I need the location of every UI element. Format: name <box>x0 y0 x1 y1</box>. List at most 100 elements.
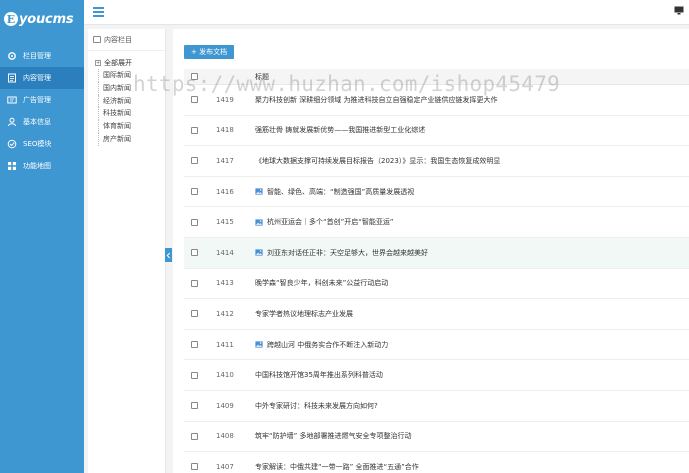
table-row[interactable]: 1410 中国科技馆开馆35周年推出系列科普活动 <box>184 360 689 391</box>
sidebar-item-label: 功能地图 <box>23 162 51 170</box>
row-title[interactable]: 专家学者热议地理标志产业发展 <box>245 309 689 319</box>
row-title[interactable]: 中国科技馆开馆35周年推出系列科普活动 <box>245 370 689 380</box>
topbar <box>84 0 689 25</box>
select-all-checkbox[interactable] <box>191 73 198 80</box>
tree-expand-all-label: 全部展开 <box>104 59 132 67</box>
tree-item[interactable]: 国内新闻 <box>88 81 165 95</box>
image-icon <box>255 249 263 256</box>
tree-title: 内容栏目 <box>88 29 165 51</box>
menu-toggle-icon[interactable] <box>93 7 104 17</box>
row-id: 1416 <box>216 187 234 196</box>
tree-item[interactable]: 体育新闻 <box>88 120 165 133</box>
row-checkbox[interactable] <box>191 157 198 165</box>
monitor-icon[interactable] <box>674 6 684 15</box>
sidebar-item-label: SEO模块 <box>23 140 52 148</box>
tree-item[interactable]: 国际新闻 <box>88 69 165 82</box>
row-title-text: 专家学者热议地理标志产业发展 <box>255 309 353 318</box>
gear-icon <box>7 51 17 61</box>
row-title[interactable]: 晚学森“智良少年，科创未来”公益行动启动 <box>245 278 689 288</box>
sidebar-item-ads[interactable]: 广告管理 <box>0 89 84 111</box>
row-title-text: 强筋壮骨 铸就发展新优势——我国推进新型工业化综述 <box>255 126 426 135</box>
article-table: 标题 1419 聚力科技创新 深耕细分领域 为推进科技自立自强稳定产业链供应链发挥… <box>184 69 689 473</box>
table-row[interactable]: 1409 中外专家研讨：科技未来发展方向如何? <box>184 391 689 422</box>
row-checkbox[interactable] <box>191 371 198 379</box>
table-row[interactable]: 1419 聚力科技创新 深耕细分领域 为推进科技自立自强稳定产业链供应链发挥更大作 <box>184 85 689 116</box>
collapse-panel-button[interactable] <box>165 248 172 262</box>
row-title[interactable]: 强筋壮骨 铸就发展新优势——我国推进新型工业化综述 <box>245 125 689 135</box>
row-title[interactable]: 跨越山河 中俄务实合作不断注入新动力 <box>245 340 689 350</box>
table-row[interactable]: 1417 《地球大数据支撑可持续发展目标报告（2023）》显示：我国生态恢复成效明… <box>184 146 689 177</box>
row-checkbox[interactable] <box>191 126 198 134</box>
sidebar-item-label: 栏目管理 <box>23 52 51 60</box>
sidebar-item-label: 基本信息 <box>23 118 51 126</box>
row-id: 1409 <box>216 401 234 410</box>
tree-item[interactable]: 科技新闻 <box>88 107 165 120</box>
row-title[interactable]: 中外专家研讨：科技未来发展方向如何? <box>245 401 689 411</box>
row-id: 1418 <box>216 126 234 135</box>
seo-icon <box>7 139 17 149</box>
row-id: 1412 <box>216 309 234 318</box>
row-title-text: 杭州亚运会｜多个“首创”开启“智能亚运” <box>267 218 394 227</box>
row-title-text: 筑牢“防护墙” 多地部署推进燃气安全专项整治行动 <box>255 432 412 441</box>
row-checkbox[interactable] <box>191 341 198 349</box>
image-icon <box>255 219 263 226</box>
table-row[interactable]: 1412 专家学者热议地理标志产业发展 <box>184 299 689 330</box>
sidebar-nav: 栏目管理 内容管理 广告管理 基本信息 SEO模块 功能地图 <box>0 45 84 177</box>
tree-expand-all[interactable]: + 全部展开 <box>88 57 165 69</box>
tree-list: + 全部展开 国际新闻 国内新闻 经济新闻 科技新闻 体育新闻 房产新闻 <box>88 51 165 146</box>
logo-text: youcms <box>19 11 74 27</box>
sidebar-item-category[interactable]: 栏目管理 <box>0 45 84 67</box>
table-header: 标题 <box>184 69 689 85</box>
sidebar-item-map[interactable]: 功能地图 <box>0 155 84 177</box>
row-checkbox[interactable] <box>191 432 198 440</box>
header-title: 标题 <box>255 72 269 81</box>
table-row[interactable]: 1414 刘亚东对话任正非：天空足够大，世界会越来越美好 <box>184 237 689 269</box>
table-row[interactable]: 1407 专家解读：中俄共建“一带一路” 全面推进“五通”合作 <box>184 452 689 473</box>
row-id: 1419 <box>216 95 234 104</box>
row-id: 1417 <box>216 156 234 165</box>
user-icon <box>7 117 17 127</box>
table-row[interactable]: 1411 跨越山河 中俄务实合作不断注入新动力 <box>184 330 689 361</box>
row-checkbox[interactable] <box>191 188 198 196</box>
map-icon <box>7 161 17 171</box>
sidebar-item-label: 广告管理 <box>23 96 51 104</box>
row-title[interactable]: 杭州亚运会｜多个“首创”开启“智能亚运” <box>245 217 689 227</box>
row-id: 1415 <box>216 218 234 227</box>
sidebar-item-basic-info[interactable]: 基本信息 <box>0 111 84 133</box>
table-row[interactable]: 1413 晚学森“智良少年，科创未来”公益行动启动 <box>184 269 689 300</box>
logo-mark: E <box>4 12 18 26</box>
add-article-button[interactable]: + 发布文档 <box>184 45 235 59</box>
row-checkbox[interactable] <box>191 310 198 318</box>
row-checkbox[interactable] <box>191 96 198 104</box>
table-row[interactable]: 1415 杭州亚运会｜多个“首创”开启“智能亚运” <box>184 207 689 238</box>
row-title[interactable]: 聚力科技创新 深耕细分领域 为推进科技自立自强稳定产业链供应链发挥更大作 <box>245 95 689 105</box>
row-checkbox[interactable] <box>191 463 198 471</box>
table-row[interactable]: 1416 智能、绿色、高端：“制造强国”高质量发展透视 <box>184 177 689 208</box>
row-title[interactable]: 智能、绿色、高端：“制造强国”高质量发展透视 <box>245 187 689 197</box>
logo[interactable]: E youcms <box>4 8 74 30</box>
ad-icon <box>7 95 17 105</box>
row-title[interactable]: 筑牢“防护墙” 多地部署推进燃气安全专项整治行动 <box>245 431 689 441</box>
table-row[interactable]: 1418 强筋壮骨 铸就发展新优势——我国推进新型工业化综述 <box>184 116 689 147</box>
row-title-text: 智能、绿色、高端：“制造强国”高质量发展透视 <box>267 187 415 196</box>
sidebar-item-content[interactable]: 内容管理 <box>0 67 84 89</box>
row-checkbox[interactable] <box>191 249 198 257</box>
row-id: 1410 <box>216 371 234 380</box>
row-title[interactable]: 专家解读：中俄共建“一带一路” 全面推进“五通”合作 <box>245 462 689 472</box>
image-icon <box>255 341 263 348</box>
row-id: 1408 <box>216 432 234 441</box>
row-checkbox[interactable] <box>191 402 198 410</box>
row-checkbox[interactable] <box>191 218 198 226</box>
sidebar-item-seo[interactable]: SEO模块 <box>0 133 84 155</box>
tree-item[interactable]: 房产新闻 <box>88 132 165 146</box>
row-title-text: 中外专家研讨：科技未来发展方向如何? <box>255 401 378 410</box>
plus-icon: + <box>95 60 101 66</box>
row-title[interactable]: 《地球大数据支撑可持续发展目标报告（2023）》显示：我国生态恢复成效明显 <box>245 156 689 166</box>
tree-item[interactable]: 经济新闻 <box>88 94 165 108</box>
tree-title-label: 内容栏目 <box>104 35 132 44</box>
row-id: 1407 <box>216 462 234 471</box>
row-checkbox[interactable] <box>191 279 198 287</box>
row-title[interactable]: 刘亚东对话任正非：天空足够大，世界会越来越美好 <box>245 248 689 258</box>
row-title-text: 《地球大数据支撑可持续发展目标报告（2023）》显示：我国生态恢复成效明显 <box>255 156 501 165</box>
table-row[interactable]: 1408 筑牢“防护墙” 多地部署推进燃气安全专项整治行动 <box>184 422 689 453</box>
